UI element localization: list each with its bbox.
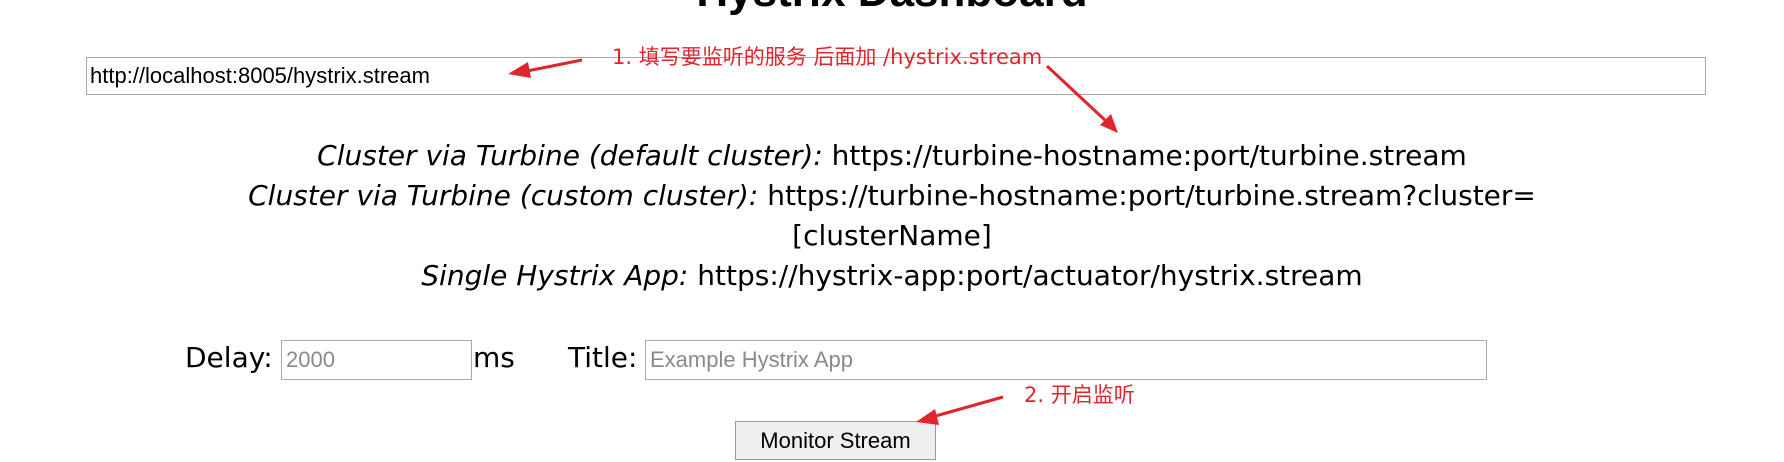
page-title: Hystrix Dashboard — [0, 0, 1784, 14]
annotation-step-1: 1. 填写要监听的服务 后面加 /hystrix.stream — [612, 45, 1043, 69]
example-label: Single Hystrix App: — [421, 259, 689, 292]
example-custom-cluster: Cluster via Turbine (custom cluster): ht… — [160, 176, 1624, 256]
monitor-stream-button[interactable]: Monitor Stream — [735, 421, 936, 460]
example-single-app: Single Hystrix App: https://hystrix-app:… — [160, 256, 1624, 296]
delay-input[interactable] — [281, 340, 472, 380]
example-default-cluster: Cluster via Turbine (default cluster): h… — [160, 136, 1624, 176]
stream-examples: Cluster via Turbine (default cluster): h… — [160, 136, 1624, 296]
example-url: https://turbine-hostname:port/turbine.st… — [767, 179, 1536, 252]
title-label: Title: — [568, 341, 638, 374]
example-label: Cluster via Turbine (default cluster): — [317, 139, 823, 172]
example-url: https://hystrix-app:port/actuator/hystri… — [697, 259, 1363, 292]
delay-unit-label: ms — [473, 341, 515, 374]
annotation-step-2: 2. 开启监听 — [1024, 383, 1135, 407]
title-input[interactable] — [645, 340, 1487, 380]
example-label: Cluster via Turbine (custom cluster): — [248, 179, 759, 212]
example-url: https://turbine-hostname:port/turbine.st… — [831, 139, 1467, 172]
delay-label: Delay: — [185, 341, 273, 374]
